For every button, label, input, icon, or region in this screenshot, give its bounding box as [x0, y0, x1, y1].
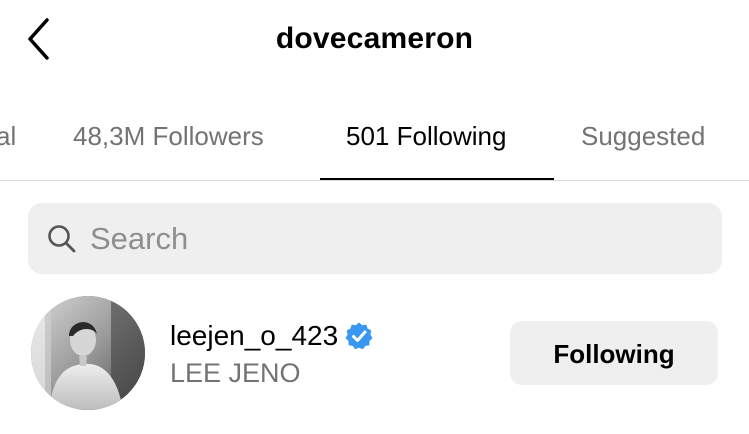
search-bar[interactable]	[28, 203, 722, 274]
full-name: LEE JENO	[170, 358, 301, 388]
username[interactable]: leejen_o_423	[170, 320, 338, 352]
top-bar: dovecameron	[0, 0, 749, 80]
search-input[interactable]	[90, 203, 690, 274]
tab-following[interactable]: 501 Following	[346, 121, 506, 152]
avatar-photo	[31, 296, 145, 410]
active-tab-indicator	[320, 178, 554, 180]
search-icon	[48, 225, 76, 253]
verified-badge-icon	[345, 322, 373, 350]
tab-suggested[interactable]: Suggested	[581, 121, 705, 152]
username-line: leejen_o_423	[170, 318, 374, 354]
tab-followers[interactable]: 48,3M Followers	[73, 121, 264, 152]
list-item[interactable]: leejen_o_423 LEE JENO Following	[0, 290, 749, 420]
following-button[interactable]: Following	[510, 321, 718, 385]
tab-bar: al 48,3M Followers 501 Following Suggest…	[0, 96, 749, 181]
avatar[interactable]	[31, 296, 145, 410]
tab-mutual[interactable]: al	[0, 121, 16, 152]
page-title: dovecameron	[275, 22, 474, 55]
